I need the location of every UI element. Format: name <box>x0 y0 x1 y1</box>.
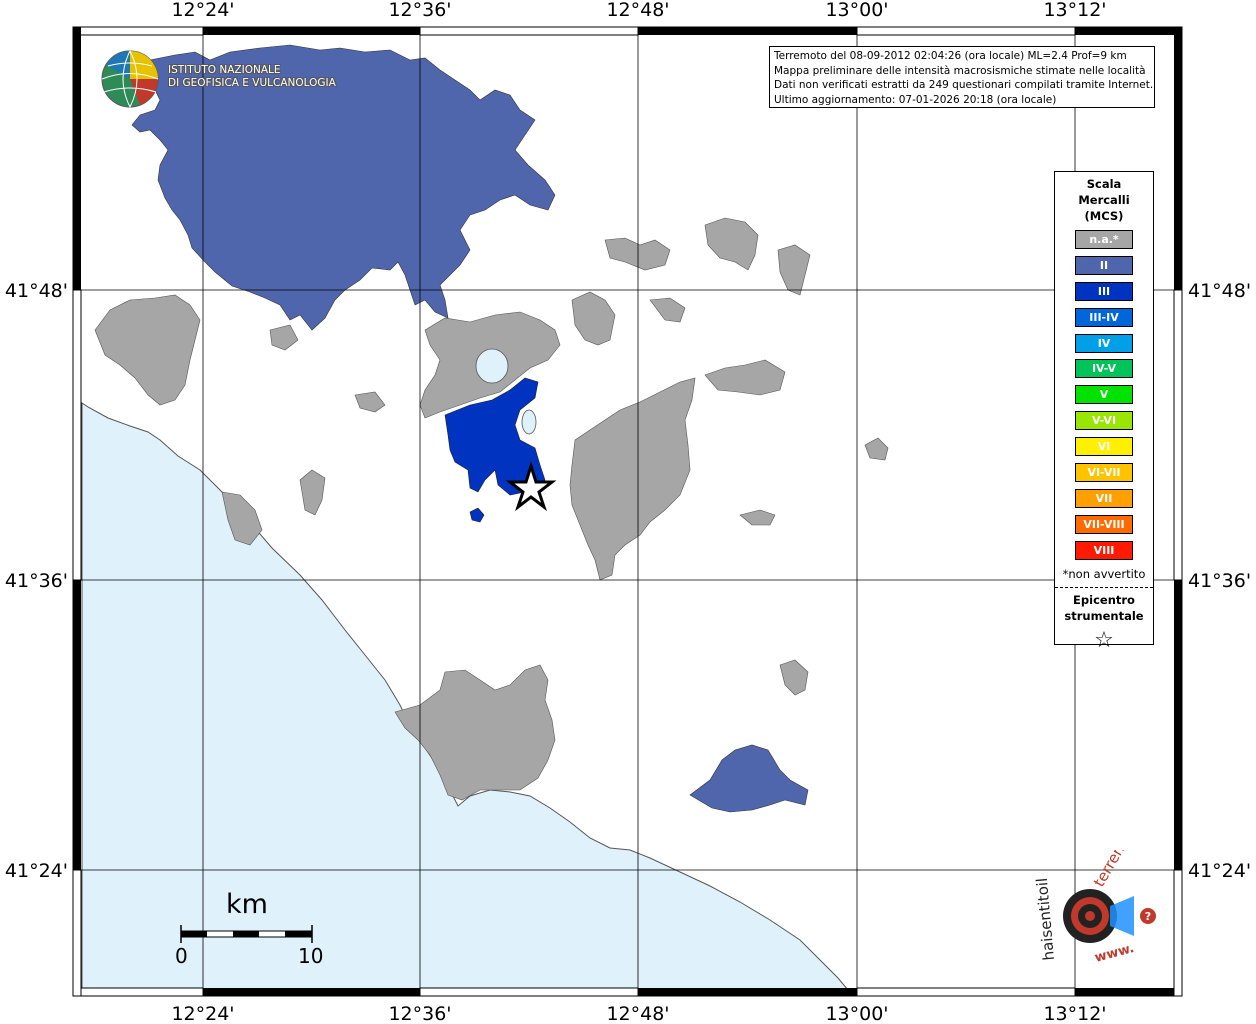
legend-epicenter-line-2: strumentale <box>1064 608 1144 623</box>
event-info-line-1: Terremoto del 08-09-2012 02:04:26 (ora l… <box>774 50 1127 62</box>
lat-label-right-2: 41°36' <box>1188 570 1251 592</box>
ingv-name-line-1: ISTITUTO NAZIONALE <box>168 64 281 76</box>
legend-item-vi-vii: VI-VII <box>1075 463 1133 483</box>
legend-item-iv: IV <box>1075 333 1133 353</box>
mercalli-legend: Scala Mercalli (MCS) n.a.* II III III-IV IV I… <box>1054 171 1154 653</box>
legend-item-vii: VII <box>1075 488 1133 508</box>
lat-label-right-1: 41°48' <box>1188 280 1251 302</box>
lake-nemi <box>521 409 537 435</box>
star-outline-icon: ☆ <box>1094 627 1114 653</box>
lon-label-top-4: 13°00' <box>825 0 888 21</box>
legend-item-iii: III <box>1075 281 1133 301</box>
legend-items: n.a.* II III III-IV IV IV-V V V-VI VI VI-VII VII VI… <box>1055 230 1153 560</box>
lon-label-bottom-2: 12°36' <box>388 1003 451 1024</box>
lon-label-bottom-1: 12°24' <box>171 1003 234 1024</box>
lon-label-bottom-4: 13°00' <box>825 1003 888 1024</box>
legend-item-ii: II <box>1075 255 1133 275</box>
lat-label-left-3: 41°24' <box>5 860 68 882</box>
legend-item-iv-v: IV-V <box>1075 359 1133 379</box>
lon-label-bottom-3: 12°48' <box>606 1003 669 1024</box>
lon-label-top-2: 12°36' <box>388 0 451 21</box>
legend-title-line-2: Mercalli <box>1078 193 1130 207</box>
legend-title: Scala Mercalli (MCS) <box>1055 176 1153 224</box>
scale-bar-unit: km <box>226 889 268 920</box>
legend-title-line-3: (MCS) <box>1084 209 1124 223</box>
legend-item-vi: VI <box>1075 437 1133 457</box>
legend-item-iii-iv: III-IV <box>1075 307 1133 327</box>
legend-separator <box>1055 586 1153 588</box>
legend-item-n-a: n.a.* <box>1075 230 1133 249</box>
latitude-labels-left: 41°48' 41°36' 41°24' <box>5 280 68 882</box>
event-info-line-4: Ultimo aggiornamento: 07-01-2026 20:18 (… <box>774 93 1057 106</box>
legend-item-viii: VIII <box>1075 540 1133 560</box>
ingv-name-line-2: DI GEOFISICA E VULCANOLOGIA <box>168 77 336 89</box>
ingv-name: ISTITUTO NAZIONALE DI GEOFISICA E VULCAN… <box>168 64 336 90</box>
hai-sentito-text-side: haisentitoil <box>1033 877 1058 961</box>
lon-label-top-1: 12°24' <box>171 0 234 21</box>
event-info-box: Terremoto del 08-09-2012 02:04:26 (ora l… <box>769 46 1155 108</box>
question-mark-icon: ? <box>1145 910 1151 923</box>
ingv-globe-icon <box>101 50 159 108</box>
lat-label-right-3: 41°24' <box>1188 860 1251 882</box>
lon-label-top-3: 12°48' <box>606 0 669 21</box>
longitude-labels-bottom: 12°24' 12°36' 12°48' 13°00' 13°12' <box>171 1003 1106 1024</box>
scale-bar-max-label: 10 <box>298 944 324 968</box>
legend-item-v: V <box>1075 385 1133 405</box>
legend-epicenter-label: Epicentro strumentale <box>1055 592 1153 624</box>
legend-item-v-vi: V-VI <box>1075 411 1133 431</box>
event-info-line-2: Mappa preliminare delle intensità macros… <box>774 64 1146 77</box>
lat-label-left-2: 41°36' <box>5 570 68 592</box>
legend-item-vii-viii: VII-VIII <box>1075 514 1133 534</box>
lon-label-bottom-5: 13°12' <box>1043 1003 1106 1024</box>
scale-bar-min-label: 0 <box>175 944 188 968</box>
lon-label-top-5: 13°12' <box>1043 0 1106 21</box>
hai-sentito-logo: ? terremoto.it haisentitoil www. <box>1030 803 1170 980</box>
event-info-line-3: Dati non verificati estratti da 249 ques… <box>774 79 1154 91</box>
legend-epicenter-line-1: Epicentro <box>1073 592 1135 607</box>
hai-sentito-text-www: www. <box>1093 941 1136 966</box>
hai-sentito-text-top: terremoto.it <box>1090 850 1150 890</box>
lat-label-left-1: 41°48' <box>5 280 68 302</box>
lake-albano <box>475 348 509 384</box>
longitude-labels-top: 12°24' 12°36' 12°48' 13°00' 13°12' <box>171 0 1106 21</box>
hai-sentito-logo-graphic: ? terremoto.it haisentitoil www. <box>1033 803 1156 966</box>
legend-note: *non avvertito <box>1062 566 1146 581</box>
latitude-labels-right: 41°48' 41°36' 41°24' <box>1188 280 1251 882</box>
legend-title-line-1: Scala <box>1086 177 1122 191</box>
